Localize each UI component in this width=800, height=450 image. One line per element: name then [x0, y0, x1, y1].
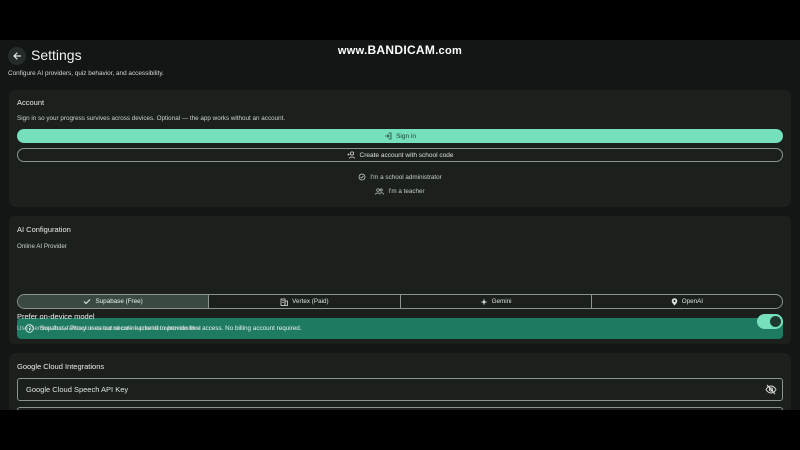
school-admin-link[interactable]: I'm a school administrator [9, 173, 791, 181]
speech-api-key-placeholder: Google Cloud Speech API Key [26, 385, 129, 394]
sparkle-icon [480, 298, 488, 305]
teacher-link[interactable]: I'm a teacher [9, 188, 791, 195]
provider-option-openai[interactable]: OpenAI [592, 295, 782, 308]
sign-in-label: Sign in [396, 132, 416, 140]
person-add-icon [347, 151, 355, 159]
provider-option-supabase[interactable]: Supabase (Free) [18, 295, 210, 308]
account-title: Account [17, 98, 45, 107]
ai-config-title: AI Configuration [17, 225, 71, 234]
teacher-label: I'm a teacher [388, 188, 425, 195]
speech-api-key-field[interactable]: Google Cloud Speech API Key [17, 378, 783, 401]
prefer-on-device-toggle[interactable] [757, 314, 783, 329]
school-admin-label: I'm a school administrator [370, 173, 442, 181]
page-subtitle: Configure AI providers, quiz behavior, a… [8, 70, 164, 77]
google-cloud-title: Google Cloud Integrations [17, 362, 105, 371]
visibility-off-icon[interactable] [765, 384, 777, 395]
create-account-button[interactable]: Create account with school code [17, 148, 783, 162]
create-account-label: Create account with school code [359, 151, 454, 159]
sign-in-button[interactable]: Sign in [17, 129, 783, 143]
prefer-on-device-title: Prefer on-device model [17, 312, 95, 321]
provider-label: Gemini [491, 298, 512, 305]
provider-option-gemini[interactable]: Gemini [401, 295, 592, 308]
second-api-key-field[interactable] [17, 407, 783, 410]
login-icon [385, 132, 392, 140]
provider-label: Supabase (Free) [95, 298, 143, 305]
check-icon [84, 299, 91, 305]
admin-icon [358, 173, 366, 181]
provider-option-vertex[interactable]: Vertex (Paid) [209, 295, 401, 308]
provider-segmented-control: Supabase (Free) Vertex (Paid) Gemini Ope… [17, 294, 783, 309]
prefer-on-device-description: Use Gemma first, fallback to selected on… [17, 325, 201, 332]
account-card: Account Sign in so your progress survive… [9, 90, 791, 207]
people-icon [375, 188, 385, 195]
location-pin-icon [671, 297, 677, 305]
toggle-knob [770, 316, 781, 327]
watermark: www.BANDICAM.com [337, 43, 463, 57]
settings-screen: Settings Configure AI providers, quiz be… [0, 40, 800, 410]
provider-label: Vertex (Paid) [292, 298, 329, 305]
provider-label: OpenAI [681, 298, 704, 305]
building-icon [280, 298, 289, 306]
online-provider-label: Online AI Provider [17, 243, 67, 250]
google-cloud-card: Google Cloud Integrations Google Cloud S… [9, 353, 791, 410]
account-description: Sign in so your progress survives across… [17, 115, 286, 122]
